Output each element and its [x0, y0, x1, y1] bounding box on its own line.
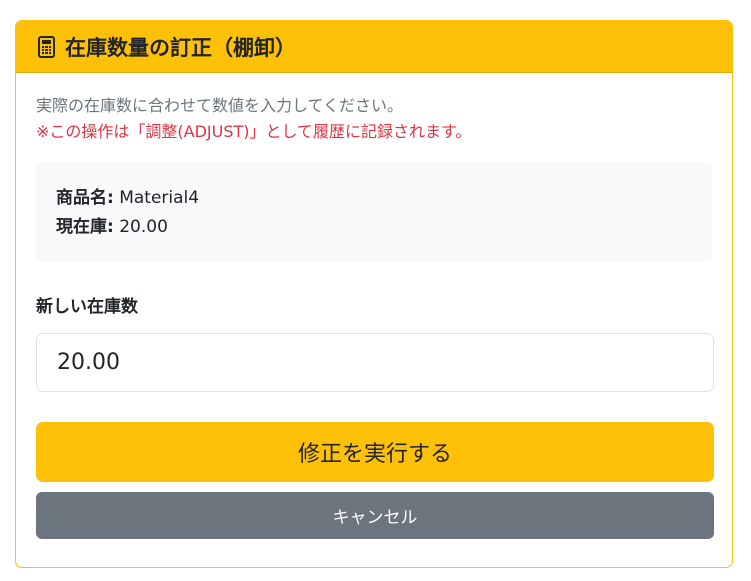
calculator-icon [38, 35, 55, 58]
new-quantity-label: 新しい在庫数 [36, 297, 138, 317]
product-info-box: 商品名: Material4 現在庫: 20.00 [36, 162, 712, 262]
product-name-label: 商品名: [56, 188, 114, 208]
product-name-line: 商品名: Material4 [56, 184, 692, 213]
cancel-button[interactable]: キャンセル [36, 492, 714, 539]
current-stock-line: 現在庫: 20.00 [56, 213, 692, 242]
card-header: 在庫数量の訂正（棚卸） [16, 21, 732, 73]
current-stock-value: 20.00 [119, 217, 168, 237]
card-body: 実際の在庫数に合わせて数値を入力してください。 ※この操作は「調整(ADJUST… [16, 94, 732, 539]
adjust-stock-card: 在庫数量の訂正（棚卸） 実際の在庫数に合わせて数値を入力してください。 ※この操… [15, 20, 733, 568]
warning-text: ※この操作は「調整(ADJUST)」として履歴に記録されます。 [36, 122, 472, 141]
product-name-value: Material4 [119, 188, 200, 208]
card-title: 在庫数量の訂正（棚卸） [65, 35, 296, 60]
current-stock-label: 現在庫: [56, 217, 114, 237]
submit-adjust-button[interactable]: 修正を実行する [36, 422, 714, 482]
description-text: 実際の在庫数に合わせて数値を入力してください。 [36, 96, 404, 115]
new-quantity-input[interactable] [36, 333, 714, 392]
